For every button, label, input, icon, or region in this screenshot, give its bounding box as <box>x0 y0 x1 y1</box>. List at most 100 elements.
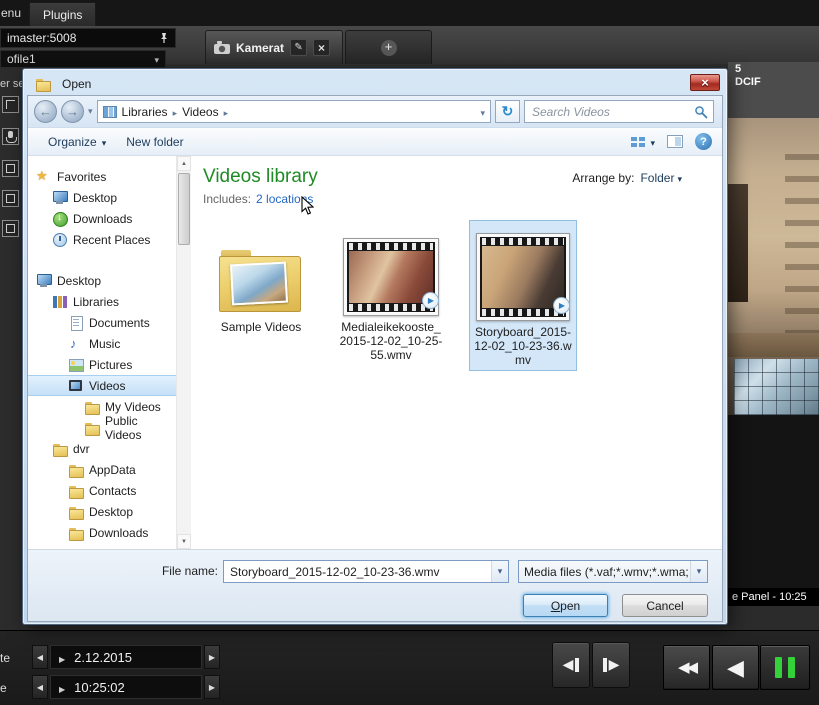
tree-item-desktop[interactable]: Desktop <box>28 270 176 291</box>
folder-thumbnail <box>230 262 288 306</box>
photo-doorway <box>728 184 748 302</box>
file-item-label: Storyboard_2015-12-02_10-23-36.wmv <box>473 325 573 367</box>
pause-button[interactable] <box>760 645 810 690</box>
pin-icon[interactable] <box>159 32 169 44</box>
address-dropdown-icon[interactable] <box>480 105 485 119</box>
user-folder-icon <box>52 441 69 457</box>
recent-places-icon <box>52 232 69 248</box>
file-item-storyboard-selected[interactable]: Storyboard_2015-12-02_10-23-36.wmv <box>469 220 577 371</box>
tool-icon[interactable] <box>2 160 19 177</box>
music-icon <box>68 336 85 352</box>
arrange-by-dropdown[interactable]: Folder <box>640 171 682 185</box>
date-field[interactable]: 2.12.2015 <box>50 645 202 669</box>
close-dialog-button[interactable] <box>690 74 720 91</box>
tree-item-music[interactable]: Music <box>28 333 176 354</box>
tree-label: Documents <box>89 316 150 330</box>
search-box[interactable] <box>524 100 714 123</box>
tool-icon[interactable] <box>2 220 19 237</box>
add-tab-button[interactable] <box>345 30 432 64</box>
organize-menu[interactable]: Organize <box>38 131 116 153</box>
tree-item-public-videos[interactable]: Public Videos <box>28 417 176 438</box>
monitor-icon <box>36 273 53 289</box>
step-forward-button[interactable] <box>592 642 630 688</box>
dialog-footer: File name: Media files (*.vaf;*.wmv;*.wm… <box>28 549 722 621</box>
tab-kamerat[interactable]: Kamerat <box>205 30 343 64</box>
time-prev-button[interactable] <box>32 675 48 699</box>
tree-item-videos[interactable]: Videos <box>28 375 176 396</box>
play-backward-button[interactable] <box>712 645 759 690</box>
tree-label: Recent Places <box>73 233 150 247</box>
search-input[interactable] <box>532 105 694 119</box>
downloads-icon <box>52 211 69 227</box>
file-item-medialeikekooste[interactable]: Medialeikekooste_2015-12-02_10-25-55.wmv <box>339 220 443 362</box>
tree-label: Desktop <box>73 191 117 205</box>
chevron-down-icon[interactable] <box>690 561 707 582</box>
chevron-right-icon[interactable] <box>224 105 229 119</box>
refresh-icon[interactable] <box>495 100 520 123</box>
time-partial-label: e <box>0 681 7 695</box>
help-icon[interactable] <box>695 133 712 150</box>
tree-item-recent-places[interactable]: Recent Places <box>28 229 176 250</box>
chevron-down-icon <box>677 171 682 185</box>
back-button[interactable] <box>34 100 57 123</box>
new-folder-button[interactable]: New folder <box>116 131 193 153</box>
step-back-button[interactable] <box>552 642 590 688</box>
close-tab-icon[interactable] <box>313 39 330 56</box>
history-dropdown-icon[interactable] <box>88 106 93 117</box>
tree-item-libraries[interactable]: Libraries <box>28 291 176 312</box>
preview-pane-icon[interactable] <box>667 135 683 148</box>
play-overlay-icon <box>422 292 439 309</box>
menu-tab[interactable]: enu <box>0 0 29 26</box>
tab-kamerat-label: Kamerat <box>236 41 284 55</box>
chevron-down-icon[interactable] <box>491 561 508 582</box>
forward-button[interactable] <box>61 100 84 123</box>
dialog-titlebar[interactable]: Open <box>27 73 723 95</box>
tree-item-desktop-user[interactable]: Desktop <box>28 501 176 522</box>
scroll-up-icon[interactable] <box>177 156 191 171</box>
views-button[interactable] <box>631 135 655 149</box>
time-panel-bar: e Panel - 10:25 <box>728 588 819 606</box>
file-item-sample-videos[interactable]: Sample Videos <box>209 220 313 334</box>
chevron-right-icon[interactable] <box>173 105 178 119</box>
tree-label: My Videos <box>105 400 161 414</box>
pause-icon <box>788 657 795 678</box>
date-next-button[interactable] <box>204 645 220 669</box>
tree-item-downloads-user[interactable]: Downloads <box>28 522 176 543</box>
tool-icon[interactable] <box>2 190 19 207</box>
breadcrumb-libraries[interactable]: Libraries <box>122 105 168 119</box>
tree-item-downloads-fav[interactable]: Downloads <box>28 208 176 229</box>
tree-item-desktop-fav[interactable]: Desktop <box>28 187 176 208</box>
tree-item-contacts[interactable]: Contacts <box>28 480 176 501</box>
date-play-icon <box>59 650 65 665</box>
cancel-button[interactable]: Cancel <box>622 594 708 617</box>
scroll-down-icon[interactable] <box>177 534 191 549</box>
search-icon[interactable] <box>694 105 708 119</box>
document-icon <box>68 315 85 331</box>
profile-dropdown[interactable]: ofile1 <box>0 50 166 68</box>
rewind-button[interactable] <box>663 645 710 690</box>
tree-item-favorites[interactable]: Favorites <box>28 166 176 187</box>
mic-tool-icon[interactable] <box>2 128 19 145</box>
file-type-combo[interactable]: Media files (*.vaf;*.wmv;*.wma; <box>518 560 708 583</box>
open-button[interactable]: Open <box>523 594 608 617</box>
tab-plugins[interactable]: Plugins <box>29 2 96 26</box>
tree-item-pictures[interactable]: Pictures <box>28 354 176 375</box>
photo-monitors <box>734 359 819 415</box>
tree-scrollbar[interactable] <box>176 156 191 549</box>
star-icon <box>36 169 53 185</box>
tree-item-appdata[interactable]: AppData <box>28 459 176 480</box>
file-name-combo[interactable] <box>223 560 509 583</box>
folder-icon <box>219 250 303 312</box>
edit-icon[interactable] <box>290 39 307 56</box>
step-bar <box>603 658 607 672</box>
crop-tool-icon[interactable] <box>2 96 19 113</box>
breadcrumb-videos[interactable]: Videos <box>182 105 218 119</box>
date-prev-button[interactable] <box>32 645 48 669</box>
tree-item-documents[interactable]: Documents <box>28 312 176 333</box>
file-name-input[interactable] <box>224 565 491 579</box>
time-panel-label: e Panel - 10:25 <box>732 591 807 603</box>
time-field[interactable]: 10:25:02 <box>50 675 202 699</box>
time-next-button[interactable] <box>204 675 220 699</box>
tree-label: Pictures <box>89 358 132 372</box>
scrollbar-thumb[interactable] <box>178 173 190 245</box>
